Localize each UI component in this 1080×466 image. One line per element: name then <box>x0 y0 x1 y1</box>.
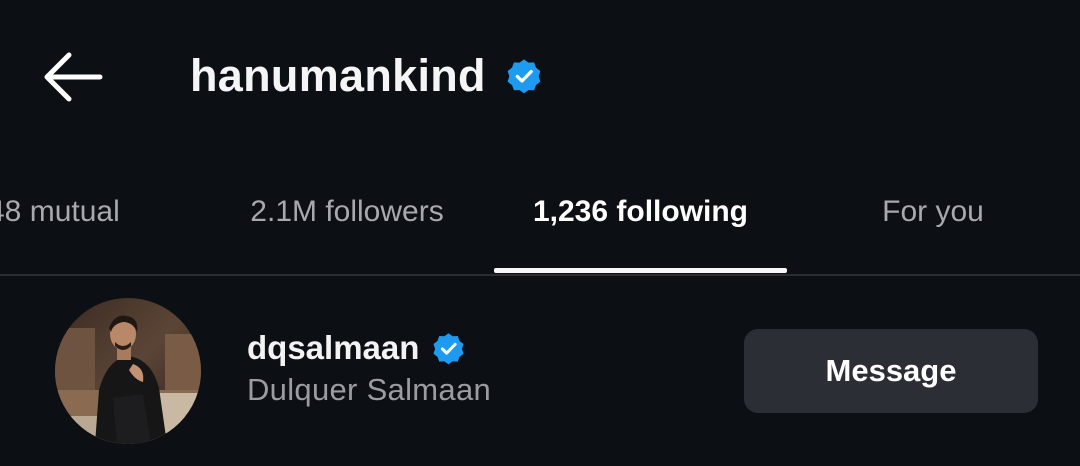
profile-header: hanumankind <box>190 46 542 106</box>
connections-tabs: 48 mutual 2.1M followers 1,236 following… <box>0 170 1080 276</box>
page-title: hanumankind <box>190 50 486 101</box>
list-item[interactable]: dqsalmaan Dulquer Salmaan Message <box>0 296 1080 446</box>
avatar[interactable] <box>55 298 201 444</box>
tabs-divider <box>0 274 1080 276</box>
top-bar: hanumankind <box>0 0 1080 150</box>
profile-photo <box>55 298 201 444</box>
arrow-left-icon <box>44 52 103 102</box>
username-line: dqsalmaan <box>247 326 491 370</box>
back-button[interactable] <box>40 48 106 106</box>
tab-mutual[interactable]: 48 mutual <box>0 170 138 274</box>
verified-badge-icon <box>507 59 541 94</box>
tab-following[interactable]: 1,236 following <box>494 170 787 274</box>
active-tab-indicator <box>494 268 787 273</box>
tab-followers[interactable]: 2.1M followers <box>222 170 472 274</box>
username[interactable]: dqsalmaan <box>247 329 419 367</box>
tab-for-you[interactable]: For you <box>838 170 1028 274</box>
full-name: Dulquer Salmaan <box>247 372 492 407</box>
message-button[interactable]: Message <box>744 329 1038 413</box>
user-info: dqsalmaan Dulquer Salmaan <box>247 326 491 408</box>
verified-badge-icon <box>433 332 464 364</box>
